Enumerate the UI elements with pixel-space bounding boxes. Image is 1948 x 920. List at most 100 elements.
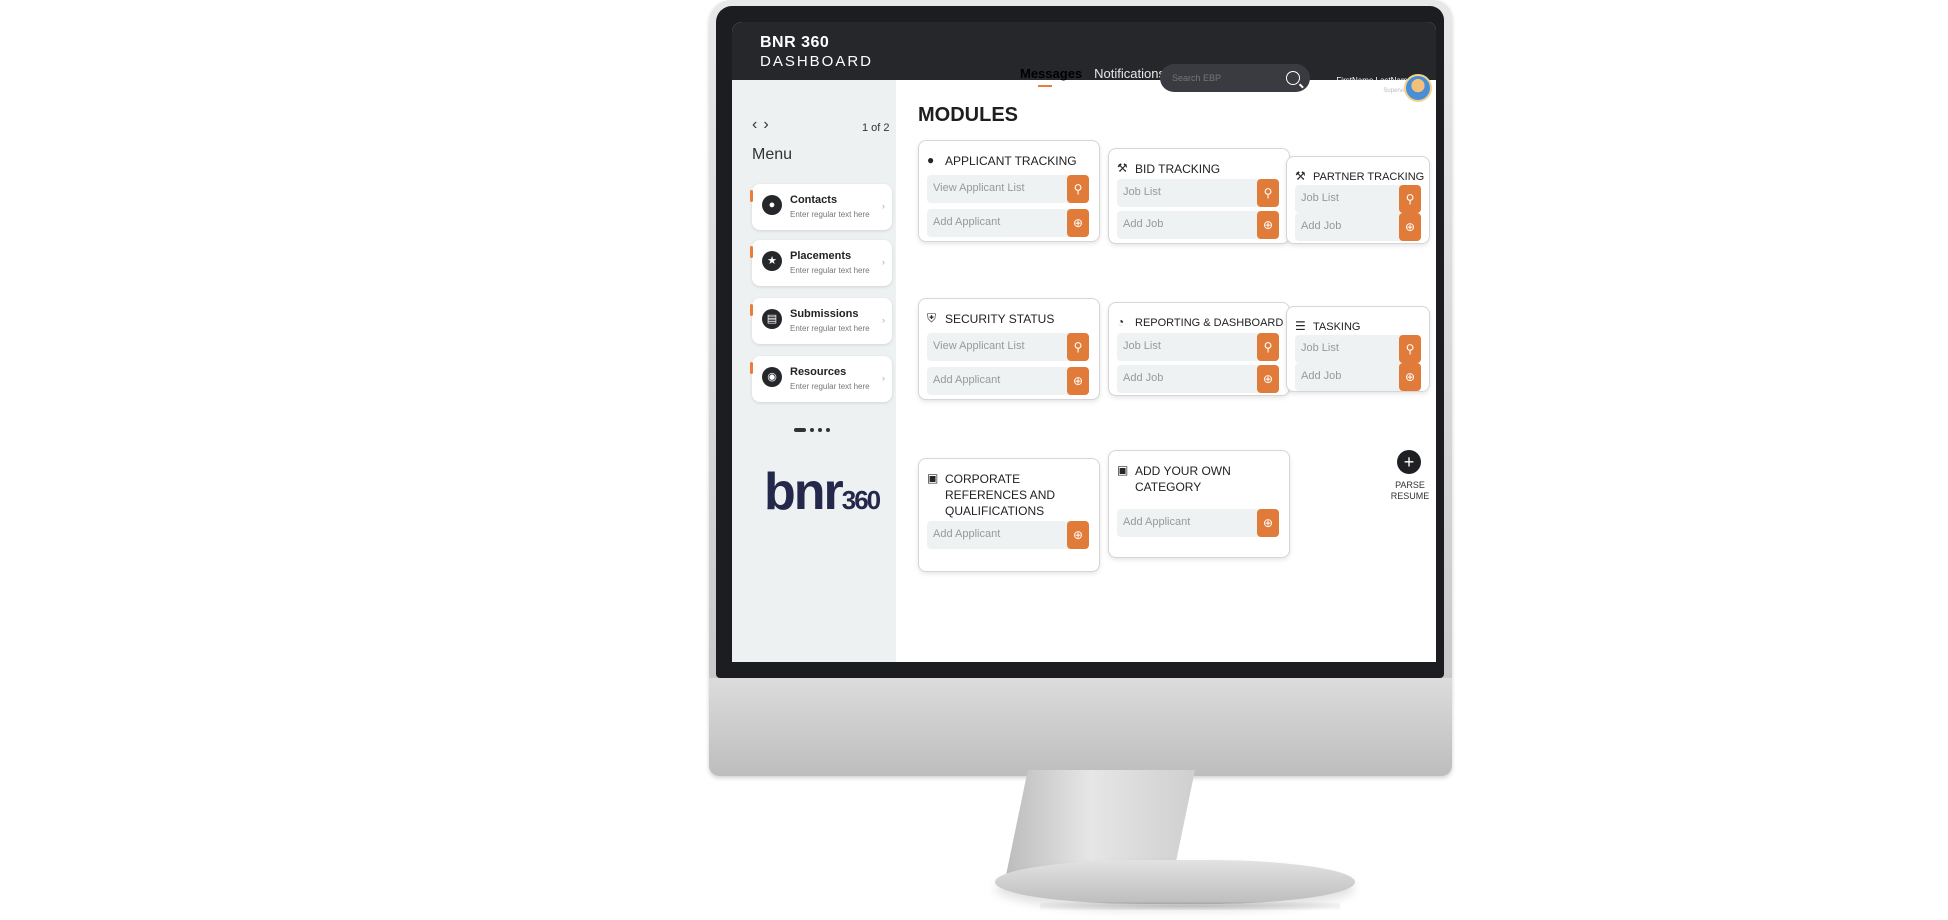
search-input[interactable] [1170, 72, 1284, 84]
module-row-label: Add Applicant [933, 374, 1001, 386]
module-row-label: View Applicant List [933, 340, 1025, 352]
logo-text: bnr [764, 463, 844, 521]
sidebar-item-placements[interactable]: ★ Placements Enter regular text here › [750, 240, 892, 286]
carousel-dot-active[interactable] [794, 428, 806, 432]
carousel-dot[interactable] [810, 428, 814, 432]
add-icon[interactable]: ⊕ [1067, 209, 1089, 237]
sidebar-item-submissions[interactable]: ▤ Submissions Enter regular text here › [750, 298, 892, 344]
search-box[interactable] [1160, 64, 1310, 92]
tasks-icon: ☰ [1295, 319, 1306, 333]
add-icon[interactable]: ⊕ [1257, 509, 1279, 537]
module-row[interactable]: Job List ⚲ [1295, 185, 1421, 213]
module-row-label: Job List [1123, 340, 1161, 352]
add-icon[interactable]: ⊕ [1067, 367, 1089, 395]
monitor-chin [709, 678, 1452, 776]
brand-subtitle: DASHBOARD [760, 53, 874, 70]
briefcase-icon: ▣ [927, 471, 939, 485]
active-accent [750, 362, 753, 374]
sidebar-item-label: Placements [790, 250, 852, 262]
module-row[interactable]: Add Job ⊕ [1295, 213, 1421, 241]
gavel-icon: ⚒ [1295, 169, 1306, 183]
module-title: APPLICANT TRACKING [945, 154, 1077, 168]
module-title: SECURITY STATUS [945, 312, 1055, 326]
module-row[interactable]: View Applicant List ⚲ [927, 333, 1089, 361]
search-icon[interactable]: ⚲ [1257, 333, 1279, 361]
module-row[interactable]: View Applicant List ⚲ [927, 175, 1089, 203]
module-title: TASKING [1313, 321, 1361, 333]
people-icon: ◉ [762, 367, 782, 387]
bnr-logo: bnr360 [764, 462, 881, 522]
search-icon[interactable] [1286, 71, 1300, 85]
add-icon[interactable]: ⊕ [1399, 213, 1421, 241]
module-row[interactable]: Add Job ⊕ [1117, 211, 1279, 239]
module-card-bid-tracking: ⚒ BID TRACKING Job List ⚲ Add Job ⊕ [1108, 148, 1290, 244]
add-icon[interactable]: ⊕ [1257, 365, 1279, 393]
chevron-right-icon: › [882, 315, 885, 325]
carousel-dots[interactable] [794, 428, 830, 432]
module-row-label: Add Applicant [933, 216, 1001, 228]
module-card-tasking: ☰ TASKING Job List ⚲ Add Job ⊕ [1286, 306, 1430, 392]
sidebar-item-label: Contacts [790, 194, 838, 206]
active-accent [750, 190, 753, 202]
briefcase-icon: ▣ [1117, 463, 1129, 477]
user-name: FirstName LastName [1336, 76, 1412, 85]
page-title: MODULES [918, 104, 1018, 126]
sidebar-item-label: Resources [790, 366, 847, 378]
chevron-right-icon[interactable]: › [763, 116, 774, 133]
brand-title: BNR 360 [760, 34, 830, 51]
avatar[interactable] [1404, 74, 1432, 102]
module-row-label: Add Applicant [933, 528, 1001, 540]
module-title: BID TRACKING [1135, 162, 1221, 176]
module-row-label: Job List [1301, 342, 1339, 354]
module-row[interactable]: Add Applicant ⊕ [927, 209, 1089, 237]
monitor-shadow [1040, 902, 1340, 910]
module-row[interactable]: Add Job ⊕ [1295, 363, 1421, 391]
parse-resume-label: PARSE RESUME [1382, 480, 1436, 502]
sidebar-item-subtitle: Enter regular text here [790, 324, 870, 333]
monitor-stand-base [995, 860, 1355, 904]
module-title: REPORTING & DASHBOARD [1135, 317, 1284, 329]
sidebar-item-contacts[interactable]: ● Contacts Enter regular text here › [750, 184, 892, 230]
nav-notifications[interactable]: Notifications [1094, 66, 1165, 81]
module-row[interactable]: Job List ⚲ [1117, 333, 1279, 361]
search-icon[interactable]: ⚲ [1257, 179, 1279, 207]
search-icon[interactable]: ⚲ [1067, 175, 1089, 203]
module-row-label: Add Job [1123, 372, 1164, 384]
carousel-dot[interactable] [826, 428, 830, 432]
shield-icon: ⛨ [927, 311, 937, 325]
person-icon: ● [927, 153, 935, 167]
sidebar-item-resources[interactable]: ◉ Resources Enter regular text here › [750, 356, 892, 402]
parse-resume-button[interactable]: + [1397, 450, 1421, 474]
carousel-dot[interactable] [818, 428, 822, 432]
add-icon[interactable]: ⊕ [1399, 363, 1421, 391]
user-icon: ● [762, 195, 782, 215]
search-icon[interactable]: ⚲ [1399, 335, 1421, 363]
module-row[interactable]: Add Applicant ⊕ [927, 367, 1089, 395]
sidebar-item-label: Submissions [790, 308, 859, 320]
module-row-label: View Applicant List [933, 182, 1025, 194]
module-row[interactable]: Job List ⚲ [1295, 335, 1421, 363]
pager-arrows[interactable]: ‹› [752, 116, 775, 134]
module-card-applicant-tracking: ● APPLICANT TRACKING View Applicant List… [918, 140, 1100, 242]
module-row-label: Add Applicant [1123, 516, 1191, 528]
add-icon[interactable]: ⊕ [1067, 521, 1089, 549]
search-icon[interactable]: ⚲ [1067, 333, 1089, 361]
module-row-label: Add Job [1301, 220, 1342, 232]
module-card-corporate-references: ▣ CORPORATE REFERENCES AND QUALIFICATION… [918, 458, 1100, 572]
chevron-right-icon: › [882, 373, 885, 383]
module-row[interactable]: Job List ⚲ [1117, 179, 1279, 207]
module-title: ADD YOUR OWN CATEGORY [1135, 464, 1231, 494]
add-icon[interactable]: ⊕ [1257, 211, 1279, 239]
chevron-left-icon[interactable]: ‹ [752, 116, 763, 133]
star-icon: ★ [762, 251, 782, 271]
module-row[interactable]: Add Applicant ⊕ [1117, 509, 1279, 537]
parse-label-line1: PARSE [1395, 480, 1425, 490]
menu-title: Menu [752, 146, 793, 163]
nav-messages[interactable]: Messages [1020, 66, 1082, 87]
top-nav: Messages Notifications [1020, 66, 1165, 87]
chevron-right-icon: › [882, 201, 885, 211]
module-row[interactable]: Add Applicant ⊕ [927, 521, 1089, 549]
module-row[interactable]: Add Job ⊕ [1117, 365, 1279, 393]
search-icon[interactable]: ⚲ [1399, 185, 1421, 213]
page-count: 1 of 2 [862, 122, 890, 134]
